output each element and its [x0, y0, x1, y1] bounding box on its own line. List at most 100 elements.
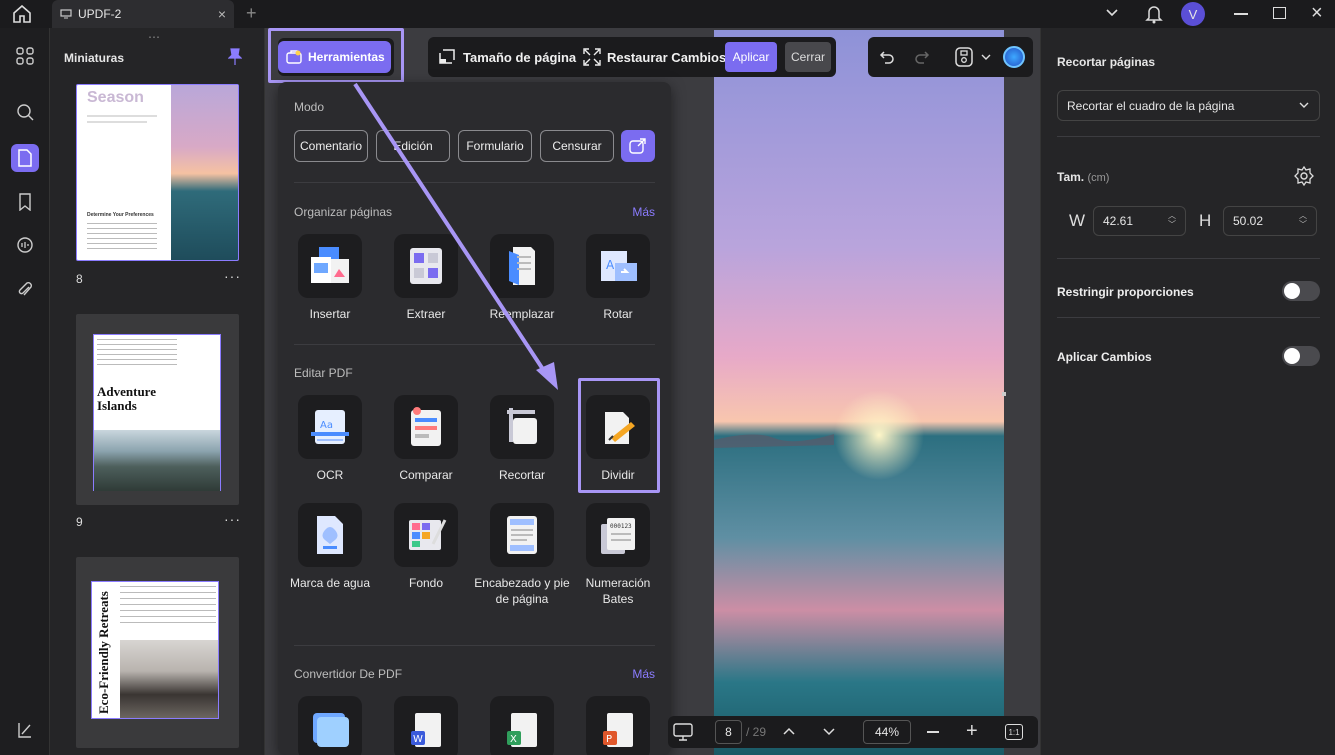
tool-convert-powerpoint[interactable]: P: [570, 696, 666, 755]
avatar[interactable]: V: [1181, 2, 1205, 26]
thumb-photo: [120, 640, 218, 718]
apply-button[interactable]: Aplicar: [725, 42, 777, 72]
gear-icon[interactable]: [1294, 166, 1314, 186]
height-input[interactable]: 50.02 ︿ ﹀: [1223, 206, 1317, 236]
zoom-out-icon[interactable]: [927, 731, 939, 733]
stepper-icon[interactable]: ︿ ﹀: [1168, 211, 1176, 229]
compare-icon: [394, 395, 458, 459]
thumbnail-page-9[interactable]: Adventure Islands: [76, 314, 239, 505]
rotate-icon: A: [586, 234, 650, 298]
thumb-subheading: Determine Your Preferences: [87, 212, 154, 218]
thumbnails-panel: ⋯ Miniaturas Season Determine Your Prefe…: [50, 28, 265, 755]
size-label: Tam. (cm): [1057, 170, 1110, 184]
thumb-photo: [171, 85, 238, 260]
background-icon: [394, 503, 458, 567]
width-label: W: [1069, 211, 1086, 230]
chevron-down-icon: [1299, 101, 1309, 109]
thumb-text-line: [87, 115, 157, 117]
thumb-page: Eco-Friendly Retreats: [91, 581, 219, 719]
grid-icon[interactable]: [11, 42, 39, 70]
close-button[interactable]: Cerrar: [785, 42, 831, 72]
comment-search-icon[interactable]: [11, 231, 39, 259]
redo-icon[interactable]: [914, 49, 930, 65]
divider: [1057, 136, 1320, 137]
close-tab-icon[interactable]: ×: [218, 6, 226, 22]
page-number-label: 8: [76, 272, 83, 286]
new-tab-icon[interactable]: +: [246, 3, 257, 24]
search-icon[interactable]: [11, 98, 39, 126]
presentation-icon[interactable]: [673, 723, 693, 741]
previous-page-icon[interactable]: [782, 726, 796, 736]
width-input[interactable]: 42.61 ︿ ﹀: [1093, 206, 1186, 236]
page-input[interactable]: 8: [715, 720, 742, 744]
tool-convert-image[interactable]: [282, 696, 378, 755]
converter-more-link[interactable]: Más: [632, 667, 655, 681]
mode-title: Modo: [294, 100, 325, 114]
pin-icon[interactable]: [228, 48, 242, 66]
tool-background[interactable]: Fondo: [378, 503, 474, 591]
page-size-icon: [437, 47, 457, 67]
open-external-button[interactable]: [621, 130, 655, 162]
apply-changes-label: Aplicar Cambios: [1057, 350, 1152, 364]
thumbnails-icon[interactable]: [11, 144, 39, 172]
crop-panel-title: Recortar páginas: [1057, 55, 1156, 69]
document-tab[interactable]: UPDF-2 ×: [52, 0, 234, 28]
more-options-icon[interactable]: ···: [224, 268, 241, 284]
divider: [294, 645, 655, 646]
thumb-photo: [94, 430, 220, 491]
chevron-down-icon[interactable]: [981, 53, 991, 61]
restrict-proportions-toggle[interactable]: [1282, 281, 1320, 301]
thumb-heading: Season: [87, 89, 144, 106]
watermark-icon: [298, 503, 362, 567]
save-icon[interactable]: [955, 47, 973, 67]
stepper-icon[interactable]: ︿ ﹀: [1299, 211, 1307, 229]
attachment-icon[interactable]: [11, 276, 39, 304]
minimize-icon[interactable]: [1234, 13, 1248, 15]
close-window-icon[interactable]: ×: [1311, 2, 1323, 25]
external-link-icon: [629, 138, 647, 154]
more-options-icon[interactable]: ···: [224, 511, 241, 527]
image-icon: [298, 696, 362, 755]
tool-header-footer[interactable]: Encabezado y pie de página: [474, 503, 570, 607]
thumb-heading: Adventure Islands: [97, 384, 156, 413]
tool-compare[interactable]: Comparar: [378, 395, 474, 483]
tool-crop[interactable]: Recortar: [474, 395, 570, 483]
apply-changes-toggle[interactable]: [1282, 346, 1320, 366]
maximize-icon[interactable]: [1273, 7, 1286, 19]
actual-size-icon[interactable]: 1:1: [1005, 724, 1023, 740]
zoom-in-icon[interactable]: +: [966, 721, 978, 741]
tool-convert-word[interactable]: W: [378, 696, 474, 755]
bookmark-icon[interactable]: [11, 188, 39, 216]
crop-box-dropdown[interactable]: Recortar el cuadro de la página: [1057, 90, 1320, 121]
thumb-text-block: [97, 339, 177, 369]
organize-more-link[interactable]: Más: [632, 205, 655, 219]
bell-icon[interactable]: [1145, 4, 1163, 24]
layers-icon[interactable]: [11, 716, 39, 744]
thumbnail-page-8[interactable]: Season Determine Your Preferences: [76, 84, 239, 261]
tool-ocr[interactable]: Aa OCR: [282, 395, 378, 483]
drag-handle[interactable]: ⋯: [148, 30, 162, 44]
restore-changes-button[interactable]: Restaurar Cambios: [583, 43, 726, 71]
svg-text:W: W: [413, 734, 423, 745]
svg-text:P: P: [606, 734, 612, 745]
home-icon[interactable]: [12, 5, 32, 23]
next-page-icon[interactable]: [822, 727, 836, 737]
header-footer-icon: [490, 503, 554, 567]
svg-text:000123: 000123: [610, 523, 632, 530]
tool-bates-numbering[interactable]: 000123 Numeración Bates: [570, 503, 666, 607]
undo-icon[interactable]: [879, 49, 895, 65]
ai-assistant-icon[interactable]: [1003, 46, 1025, 68]
thumbnail-page-10[interactable]: Eco-Friendly Retreats: [76, 557, 239, 748]
pdf-page[interactable]: [714, 30, 1004, 755]
total-pages: / 29: [746, 725, 767, 739]
crop-handle[interactable]: [1002, 392, 1006, 396]
tool-rotate[interactable]: A Rotar: [570, 234, 666, 322]
svg-text:Aa: Aa: [320, 420, 333, 431]
tab-title: UPDF-2: [78, 7, 122, 21]
page-navigation-bar: 8 / 29 44% + 1:1: [668, 716, 1038, 748]
zoom-input[interactable]: 44%: [863, 720, 911, 744]
page-size-button[interactable]: Tamaño de página: [437, 43, 576, 71]
tool-convert-excel[interactable]: X: [474, 696, 570, 755]
tool-watermark[interactable]: Marca de agua: [282, 503, 378, 591]
chevron-down-icon[interactable]: [1105, 8, 1119, 18]
